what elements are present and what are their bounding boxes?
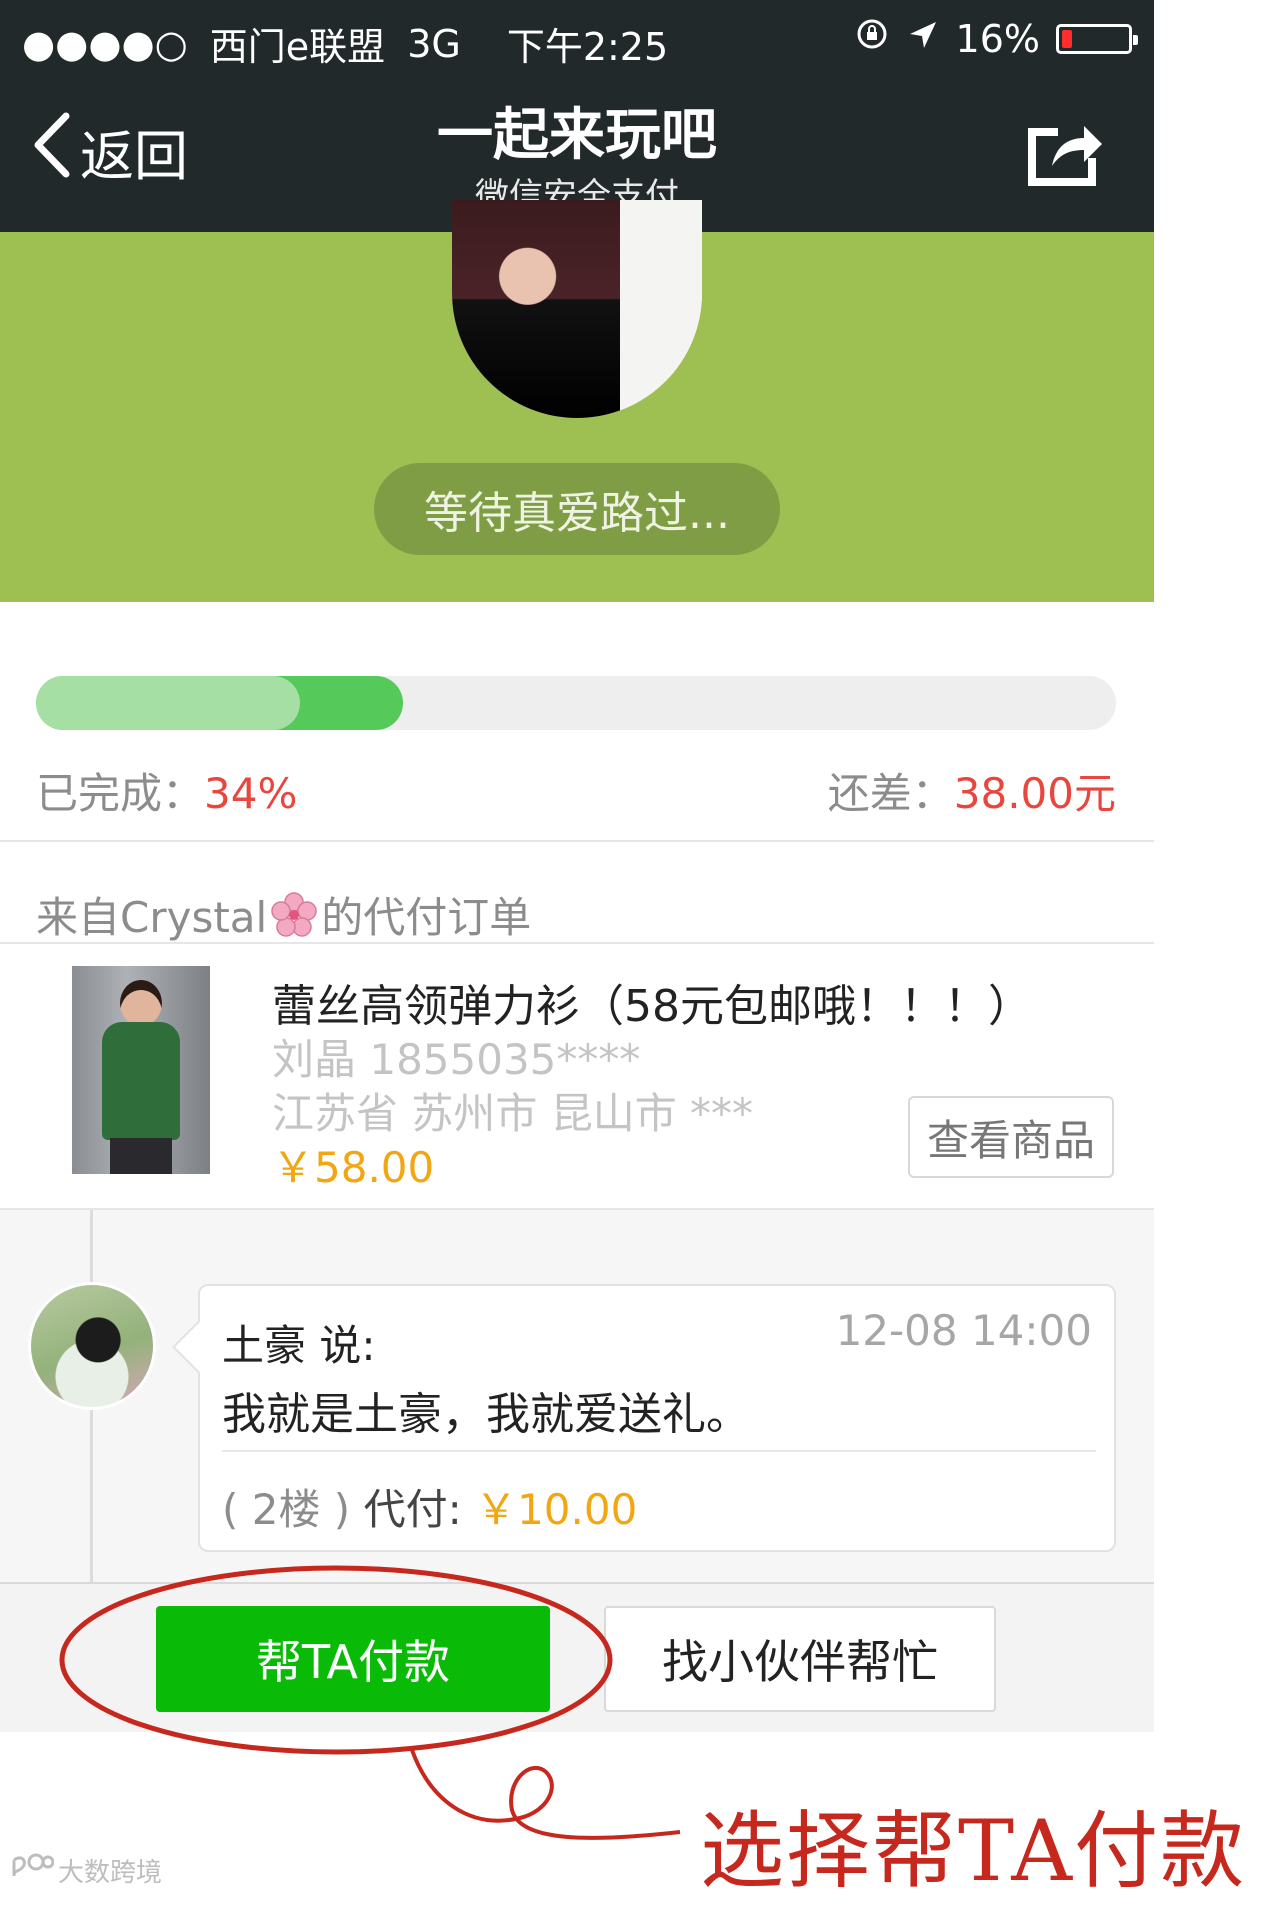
payment-label: 代付: (363, 1485, 462, 1534)
message-floor: ( 2楼 ) (222, 1485, 351, 1534)
carrier-name: 西门e联盟 (209, 25, 386, 69)
progress-remaining: 还差：38.00元 (828, 760, 1116, 821)
status-left: ●●●●○ 西门e联盟 3G 下午2:25 (22, 16, 668, 71)
progress-completed: 已完成：34% (36, 760, 297, 821)
product-price: ￥58.00 (272, 1143, 435, 1192)
status-bar: ●●●●○ 西门e联盟 3G 下午2:25 16% (0, 0, 1154, 80)
requester-avatar (452, 200, 702, 418)
divider (0, 840, 1154, 842)
watermark-logo-icon (8, 1852, 55, 1889)
status-right: 16% (854, 16, 1138, 61)
product-model-head (120, 980, 162, 1026)
message-time: 12-08 14:00 (835, 1306, 1092, 1355)
shipping-address: 江苏省 苏州市 昆山市 *** (272, 1089, 754, 1138)
order-source-name: 来自Crystal (36, 893, 268, 942)
message-divider (222, 1450, 1096, 1452)
divider (0, 942, 1154, 944)
ask-friends-button[interactable]: 找小伙伴帮忙 (604, 1606, 996, 1712)
location-arrow-icon (906, 17, 940, 61)
progress-fill (36, 676, 404, 730)
signal-strength: ●●●●○ (22, 21, 188, 66)
remaining-label: 还差： (827, 769, 954, 818)
message-payment: ( 2楼 ) 代付: ￥10.00 (222, 1476, 637, 1537)
payment-amount: ￥10.00 (475, 1485, 638, 1534)
completed-value: 34% (204, 769, 298, 818)
product-image[interactable] (72, 966, 210, 1174)
battery-icon (1056, 23, 1138, 54)
share-icon (1022, 126, 1106, 196)
pay-for-them-button[interactable]: 帮TA付款 (156, 1606, 550, 1712)
message-author: 土豪 说: (222, 1321, 376, 1370)
share-button[interactable] (1022, 112, 1106, 196)
phone-screen: ●●●●○ 西门e联盟 3G 下午2:25 16% 返回 一起来玩吧 微信安全支… (0, 0, 1154, 1732)
order-source: 来自Crystal 的代付订单 (36, 884, 531, 945)
annotation-connector (410, 1749, 681, 1840)
completed-label: 已完成： (36, 769, 205, 818)
payer-avatar (28, 1282, 156, 1410)
product-model-sweater (102, 1022, 180, 1140)
avatar-photo (452, 200, 620, 418)
progress-summary: 已完成：34% 还差：38.00元 (36, 760, 1116, 818)
product-title: 蕾丝高领弹力衫（58元包邮哦！！！） (272, 981, 1032, 1032)
rotation-lock-icon (854, 16, 890, 61)
waiting-status-pill: 等待真爱路过... (374, 463, 780, 555)
battery-percent: 16% (955, 16, 1040, 61)
remaining-value: 38.00元 (953, 769, 1116, 818)
page-title: 一起来玩吧 (437, 103, 717, 168)
top-bar: ●●●●○ 西门e联盟 3G 下午2:25 16% 返回 一起来玩吧 微信安全支… (0, 0, 1154, 232)
product-model-pants (110, 1138, 172, 1174)
watermark: 大数跨境 (8, 1852, 162, 1889)
recipient-info: 刘晶 1855035**** (272, 1035, 641, 1084)
message-text: 我就是土豪，我就爱送礼。 (222, 1389, 750, 1440)
status-time: 下午2:25 (506, 25, 669, 69)
flower-emoji-icon (271, 891, 317, 938)
watermark-text: 大数跨境 (58, 1858, 163, 1888)
payment-progress-bar (36, 676, 1116, 730)
progress-highlight (36, 676, 301, 730)
view-product-button[interactable]: 查看商品 (908, 1096, 1114, 1178)
annotation-caption: 选择帮TA付款 (700, 1802, 1247, 1900)
order-source-suffix: 的代付订单 (321, 893, 532, 942)
network-type: 3G (407, 21, 461, 66)
avatar-background (620, 200, 702, 418)
